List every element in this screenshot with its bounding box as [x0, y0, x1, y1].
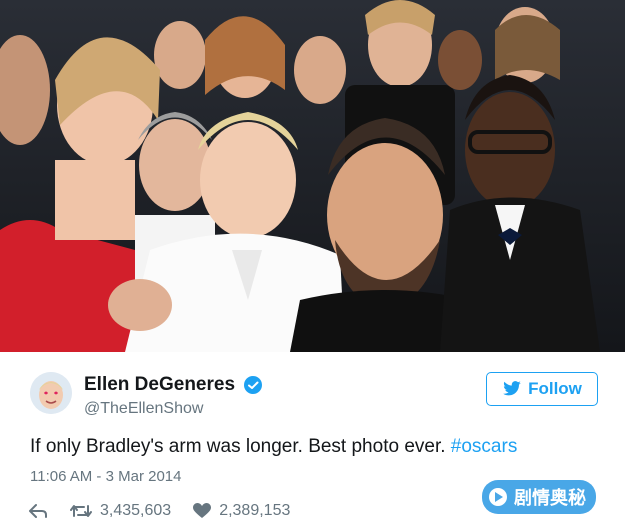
tweet-actions: 3,435,603 2,389,153 — [28, 502, 312, 520]
tweet-body: If only Bradley's arm was longer. Best p… — [30, 436, 451, 457]
follow-label: Follow — [528, 379, 582, 398]
watermark-text: 剧情奥秘 — [514, 488, 586, 508]
heart-icon — [193, 503, 212, 518]
like-button[interactable]: 2,389,153 — [193, 502, 290, 520]
reply-icon — [29, 504, 47, 518]
retweet-button[interactable]: 3,435,603 — [70, 502, 171, 520]
retweet-count: 3,435,603 — [100, 502, 172, 519]
tweet-card: Ellen DeGeneres @TheEllenShow Follow If … — [0, 352, 625, 520]
avatar-face-icon — [30, 372, 72, 414]
avatar[interactable] — [30, 372, 72, 414]
tweet-timestamp[interactable]: 11:06 AM - 3 Mar 2014 — [30, 468, 181, 485]
user-handle[interactable]: @TheEllenShow — [84, 400, 203, 418]
like-count: 2,389,153 — [219, 502, 291, 519]
retweet-icon — [70, 505, 92, 517]
follow-button[interactable]: Follow — [486, 372, 598, 406]
watermark-logo-icon — [489, 488, 507, 506]
display-name[interactable]: Ellen DeGeneres — [84, 374, 235, 396]
photo-illustration — [0, 0, 625, 352]
verified-badge-icon — [243, 375, 263, 395]
display-name-row: Ellen DeGeneres — [84, 374, 263, 396]
reply-button[interactable] — [28, 503, 48, 519]
site-watermark: 剧情奥秘 — [482, 480, 596, 514]
hashtag-link[interactable]: #oscars — [451, 436, 518, 457]
selfie-photo — [0, 0, 625, 352]
tweet-text: If only Bradley's arm was longer. Best p… — [30, 436, 517, 458]
twitter-bird-icon — [503, 381, 521, 396]
